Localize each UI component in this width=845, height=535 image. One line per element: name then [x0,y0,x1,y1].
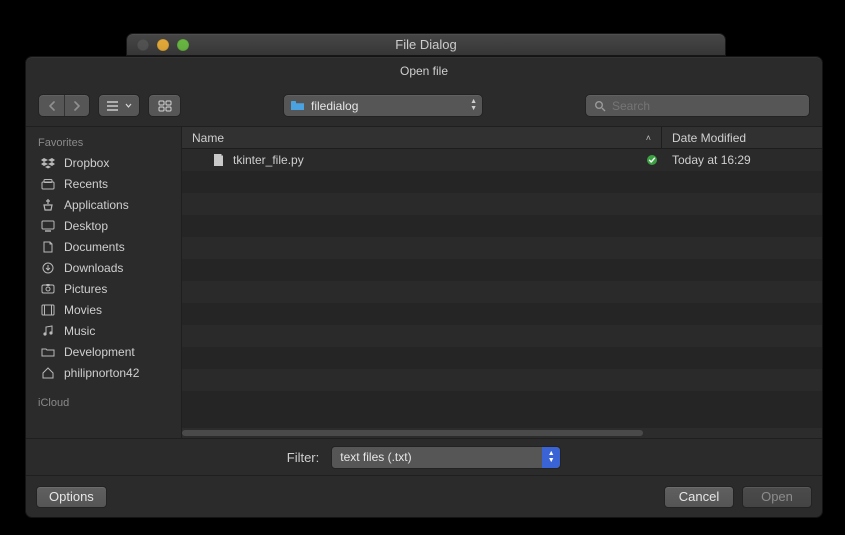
open-button[interactable]: Open [742,486,812,508]
file-list-rows[interactable]: tkinter_file.py Today at 16:29 [182,149,822,428]
sheet-subtitle: Open file [400,64,448,78]
grid-icon [158,100,172,112]
options-button[interactable]: Options [36,486,107,508]
sidebar-section-favorites: Favorites [26,133,181,152]
sidebar-item-movies[interactable]: Movies [26,299,181,320]
nav-forward-button[interactable] [64,95,89,116]
location-label: filedialog [311,99,358,113]
button-label: Options [49,489,94,504]
scroll-thumb[interactable] [182,430,643,436]
file-row-empty [182,391,822,413]
sidebar-item-desktop[interactable]: Desktop [26,215,181,236]
documents-icon [40,240,56,254]
toolbar: filedialog ▲▼ [26,85,822,127]
music-icon [40,324,56,338]
desktop-icon [40,219,56,233]
dropbox-icon [40,156,56,170]
button-label: Open [761,489,793,504]
folder-icon [290,100,305,111]
sidebar-item-dropbox[interactable]: Dropbox [26,152,181,173]
window-title: File Dialog [127,37,725,52]
file-row-empty [182,237,822,259]
nav-back-forward [38,94,90,117]
chevron-down-icon [125,103,132,108]
column-header-name[interactable]: Name ˄ [182,127,662,148]
recents-icon [40,177,56,191]
parent-window-titlebar: File Dialog [126,33,726,56]
window-zoom-button[interactable] [177,39,189,51]
file-row-empty [182,369,822,391]
cancel-button[interactable]: Cancel [664,486,734,508]
file-row[interactable]: tkinter_file.py Today at 16:29 [182,149,822,171]
button-row: Options Cancel Open [26,475,822,517]
python-file-icon [212,153,225,167]
nav-back-button[interactable] [39,95,64,116]
window-minimize-button[interactable] [157,39,169,51]
movies-icon [40,303,56,317]
sidebar-section-icloud: iCloud [26,393,181,412]
search-input[interactable] [612,99,801,113]
file-row-empty [182,347,822,369]
filter-popup[interactable]: text files (.txt) ▲▼ [331,446,561,469]
sidebar-item-label: Pictures [64,282,107,296]
window-close-button[interactable] [137,39,149,51]
applications-icon [40,198,56,212]
sidebar-item-label: Development [64,345,135,359]
column-label: Name [192,131,224,145]
file-row-empty [182,303,822,325]
file-list: Name ˄ Date Modified tkinter_file.py [182,127,822,438]
sidebar-item-music[interactable]: Music [26,320,181,341]
sidebar-item-label: Movies [64,303,102,317]
home-icon [40,366,56,380]
filter-selected: text files (.txt) [340,450,411,464]
file-row-empty [182,259,822,281]
file-row-empty [182,193,822,215]
column-header-modified[interactable]: Date Modified [662,127,822,148]
group-by-button[interactable] [148,94,181,117]
sidebar-item-development[interactable]: Development [26,341,181,362]
sidebar-item-label: Applications [64,198,129,212]
sidebar-item-downloads[interactable]: Downloads [26,257,181,278]
folder-icon [40,345,56,359]
file-list-header: Name ˄ Date Modified [182,127,822,149]
pictures-icon [40,282,56,296]
file-row-empty [182,215,822,237]
downloads-icon [40,261,56,275]
file-name: tkinter_file.py [233,153,304,167]
search-icon [594,100,606,112]
horizontal-scrollbar[interactable] [182,428,822,438]
sidebar-item-documents[interactable]: Documents [26,236,181,257]
sidebar-item-pictures[interactable]: Pictures [26,278,181,299]
sidebar-item-applications[interactable]: Applications [26,194,181,215]
filter-label: Filter: [287,450,320,465]
chevron-right-icon [73,101,81,111]
sidebar-item-label: Dropbox [64,156,109,170]
updown-caret-icon: ▲▼ [470,95,477,116]
sidebar-item-label: Documents [64,240,125,254]
list-view-icon [106,100,122,112]
file-row-empty [182,281,822,303]
sidebar-item-recents[interactable]: Recents [26,173,181,194]
sort-caret-icon: ˄ [646,133,651,143]
sidebar-item-label: Downloads [64,261,123,275]
updown-caret-icon: ▲▼ [542,447,560,468]
button-label: Cancel [679,489,719,504]
view-mode-button[interactable] [98,94,140,117]
filter-row: Filter: text files (.txt) ▲▼ [26,439,822,475]
search-field-wrap [585,94,810,117]
sidebar-item-label: Music [64,324,95,338]
sidebar-item-label: Desktop [64,219,108,233]
sidebar-item-label: philipnorton42 [64,366,139,380]
column-label: Date Modified [672,131,746,145]
open-file-dialog: Open file [25,56,823,518]
sidebar-item-label: Recents [64,177,108,191]
file-row-empty [182,171,822,193]
cloud-status-icon [642,154,662,166]
chevron-left-icon [48,101,56,111]
file-row-empty [182,325,822,347]
sidebar-item-home[interactable]: philipnorton42 [26,362,181,383]
location-popup[interactable]: filedialog ▲▼ [283,94,483,117]
sidebar[interactable]: Favorites Dropbox Recents Applications [26,127,182,438]
file-modified: Today at 16:29 [662,153,822,167]
